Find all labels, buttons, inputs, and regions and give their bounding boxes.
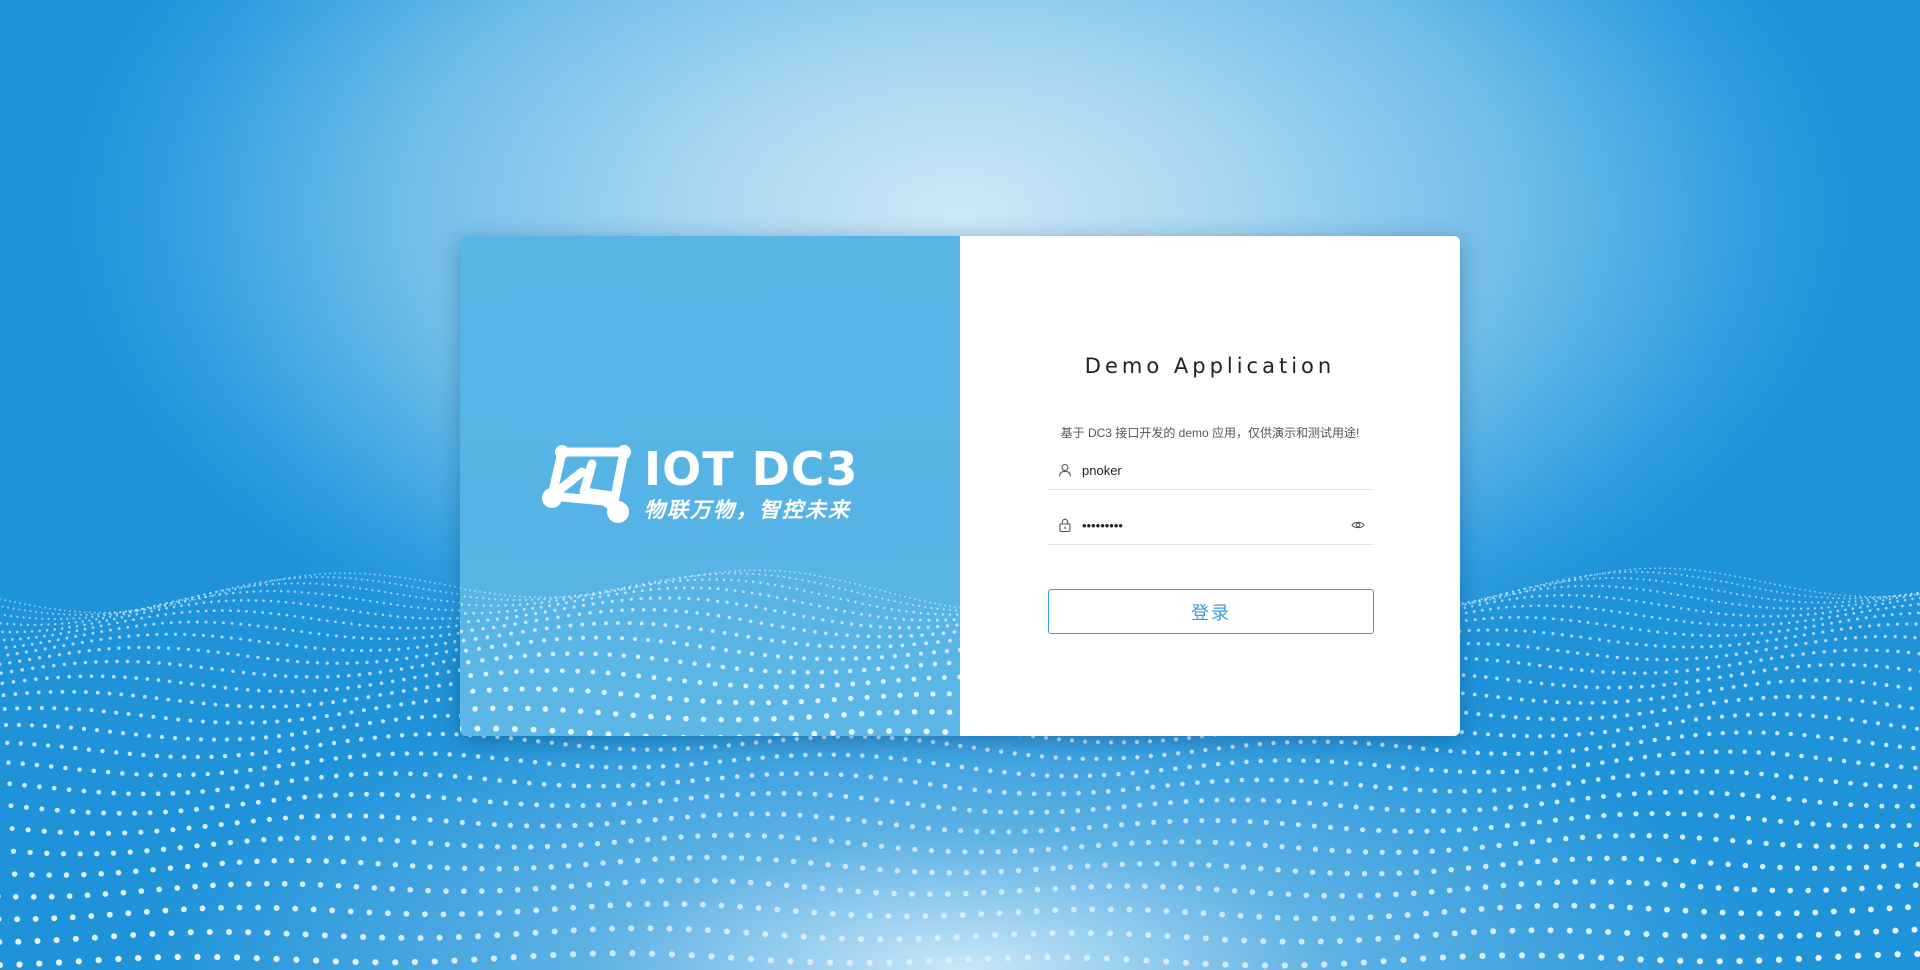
user-icon — [1058, 463, 1072, 477]
username-field — [1048, 451, 1374, 490]
app-title: Demo Application — [1084, 354, 1336, 378]
app-description: 基于 DC3 接口开发的 demo 应用，仅供演示和测试用途! — [1060, 426, 1360, 440]
brand-panel: IOT DC3 物联万物，智控未来 — [460, 236, 960, 736]
brand-title: IOT DC3 — [644, 442, 859, 496]
password-field — [1048, 506, 1374, 545]
brand-slogan: 物联万物，智控未来 — [644, 497, 851, 522]
eye-icon[interactable] — [1350, 517, 1366, 533]
login-button[interactable]: 登录 — [1048, 589, 1374, 634]
login-card: IOT DC3 物联万物，智控未来 Demo Application 基于 DC… — [460, 236, 1460, 736]
login-form-panel: Demo Application 基于 DC3 接口开发的 demo 应用，仅供… — [960, 236, 1460, 736]
username-input[interactable] — [1082, 455, 1374, 485]
password-input[interactable] — [1082, 510, 1350, 540]
brand-logo: IOT DC3 物联万物，智控未来 — [540, 436, 859, 532]
iot-logo-icon — [542, 445, 631, 523]
lock-icon — [1058, 518, 1072, 532]
